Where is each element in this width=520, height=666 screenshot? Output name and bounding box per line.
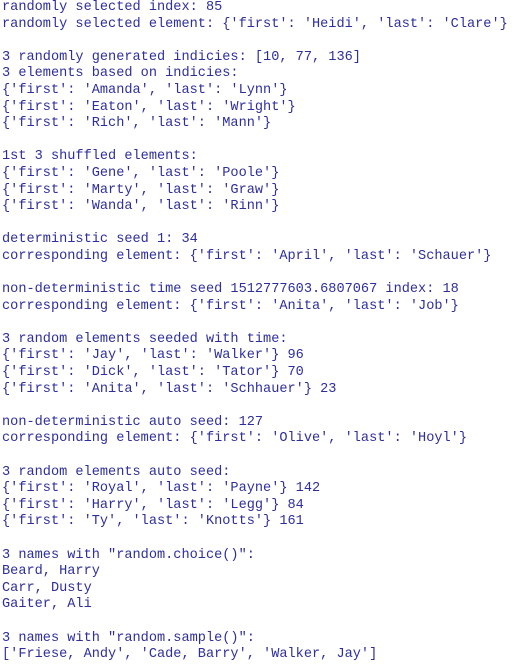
output-line: 3 random elements auto seed: xyxy=(2,464,231,480)
output-line: {'first': 'Eaton', 'last': 'Wright'} xyxy=(2,99,296,115)
output-line: {'first': 'Harry', 'last': 'Legg'} 84 xyxy=(2,497,304,513)
output-line: {'first': 'Dick', 'last': 'Tator'} 70 xyxy=(2,365,304,381)
output-line: {'first': 'Amanda', 'last': 'Lynn'} xyxy=(2,82,288,98)
output-line: Carr, Dusty xyxy=(2,580,92,596)
output-line: Beard, Harry xyxy=(2,564,100,580)
output-line: Gaiter, Ali xyxy=(2,597,92,613)
output-line: {'first': 'Ty', 'last': 'Knotts'} 161 xyxy=(2,514,304,530)
output-line: 3 names with "random.sample()": xyxy=(2,630,255,646)
output-line: 3 randomly generated indicies: [10, 77, … xyxy=(2,49,361,65)
output-line: non-deterministic auto seed: 127 xyxy=(2,414,264,430)
output-line: deterministic seed 1: 34 xyxy=(2,232,198,248)
output-line: non-deterministic time seed 1512777603.6… xyxy=(2,282,459,298)
output-line: randomly selected element: {'first': 'He… xyxy=(2,16,508,32)
output-line: {'first': 'Royal', 'last': 'Payne'} 142 xyxy=(2,481,321,497)
output-line: {'first': 'Rich', 'last': 'Mann'} xyxy=(2,116,272,132)
output-line: 3 names with "random.choice()": xyxy=(2,547,255,563)
output-line: 3 elements based on indicies: xyxy=(2,66,239,82)
output-line: 3 random elements seeded with time: xyxy=(2,331,288,347)
output-line: {'first': 'Jay', 'last': 'Walker'} 96 xyxy=(2,348,304,364)
output-line: ['Friese, Andy', 'Cade, Barry', 'Walker,… xyxy=(2,647,378,663)
output-line: 1st 3 shuffled elements: xyxy=(2,149,198,165)
output-line: corresponding element: {'first': 'Anita'… xyxy=(2,298,459,314)
console-output: randomly selected index: 85 randomly sele… xyxy=(0,0,520,664)
output-line: corresponding element: {'first': 'April'… xyxy=(2,248,492,264)
output-line: {'first': 'Marty', 'last': 'Graw'} xyxy=(2,182,280,198)
output-line: randomly selected index: 85 xyxy=(2,0,223,15)
output-line: {'first': 'Anita', 'last': 'Schhauer'} 2… xyxy=(2,381,337,397)
output-line: {'first': 'Gene', 'last': 'Poole'} xyxy=(2,165,280,181)
output-line: corresponding element: {'first': 'Olive'… xyxy=(2,431,467,447)
output-line: {'first': 'Wanda', 'last': 'Rinn'} xyxy=(2,199,280,215)
